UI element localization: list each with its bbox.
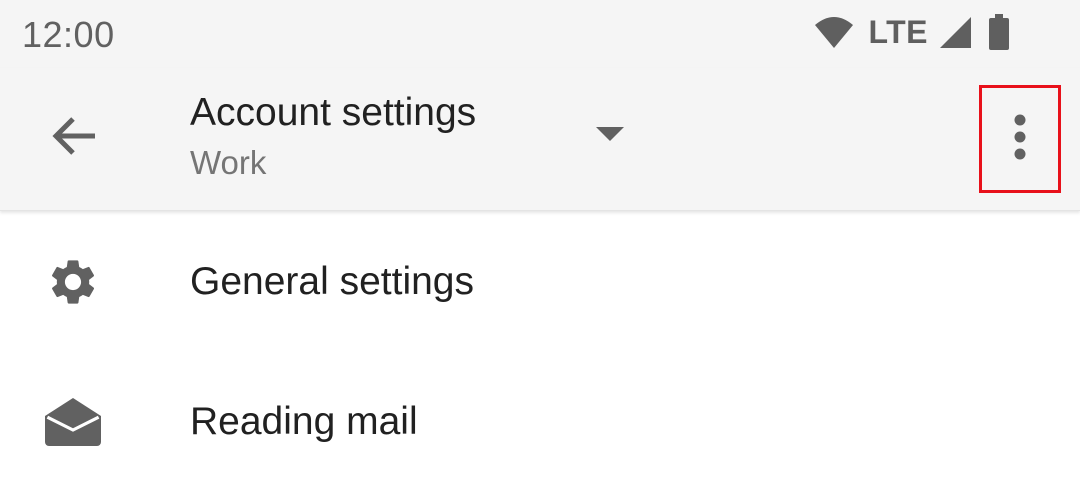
account-name: Work (190, 144, 267, 181)
more-options-button[interactable] (979, 85, 1061, 193)
open-envelope-icon (44, 393, 102, 451)
gear-icon (44, 253, 102, 311)
arrow-back-icon (51, 116, 97, 161)
settings-item-label: Reading mail (190, 400, 418, 443)
more-vert-icon (1013, 114, 1027, 165)
status-bar: 12:00 LTE (0, 0, 1080, 68)
status-icons: LTE (814, 12, 1010, 52)
screen: 12:00 LTE Account settings Work General … (0, 0, 1080, 485)
wifi-icon (814, 15, 854, 49)
settings-item-label: General settings (190, 260, 474, 303)
account-title-block[interactable]: Account settings Work (190, 90, 476, 186)
settings-item-general[interactable]: General settings (0, 211, 1080, 351)
settings-list: General settings Reading mail (0, 211, 1080, 485)
battery-icon (988, 14, 1010, 50)
page-title: Account settings (190, 91, 477, 134)
network-type-label: LTE (868, 13, 928, 50)
arrow-drop-down-icon (595, 126, 625, 147)
cell-signal-icon (938, 15, 972, 49)
back-button[interactable] (34, 98, 114, 178)
status-time: 12:00 (22, 14, 115, 55)
account-dropdown-button[interactable] (582, 112, 638, 160)
settings-item-reading-mail[interactable]: Reading mail (0, 351, 1080, 485)
app-bar: Account settings Work (0, 68, 1080, 211)
